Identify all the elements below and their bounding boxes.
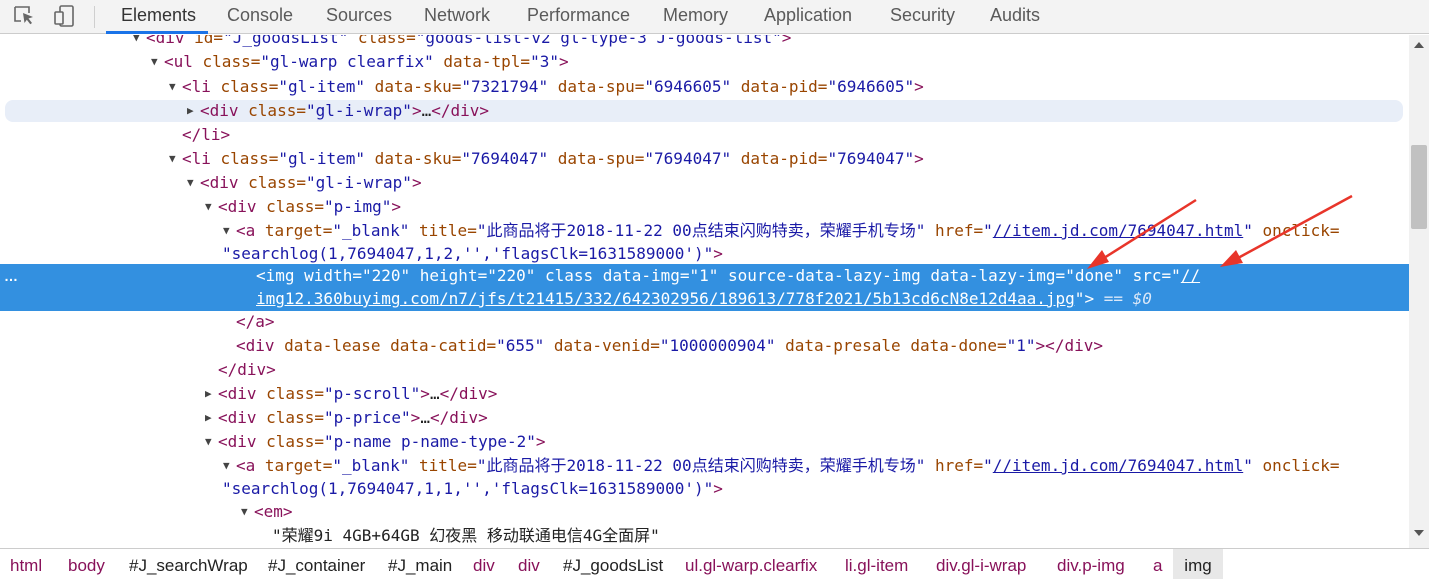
tab-performance[interactable]: Performance (527, 0, 630, 33)
dom-node-hovered[interactable]: ▶ <div class="gl-i-wrap">…</div> (0, 99, 1409, 123)
active-tab-indicator (106, 31, 208, 34)
tab-console[interactable]: Console (227, 0, 293, 33)
devtools-toolbar: Elements Console Sources Network Perform… (0, 0, 1429, 34)
dom-tree: ▼ <div id="J_goodsList" class="goods-lis… (0, 35, 1409, 548)
dom-node[interactable]: ▶ <div class="p-scroll">…</div> (0, 382, 1409, 406)
dom-node[interactable]: </a> (0, 310, 1409, 334)
toolbar-separator (94, 6, 95, 28)
breadcrumb-item[interactable]: body (68, 549, 105, 579)
expanded-arrow-icon[interactable]: ▼ (205, 430, 212, 454)
expanded-arrow-icon[interactable]: ▼ (133, 35, 140, 50)
expanded-arrow-icon[interactable]: ▼ (241, 500, 248, 524)
collapsed-arrow-icon[interactable]: ▶ (205, 406, 212, 430)
src-link-path[interactable]: img12.360buyimg.com/n7/jfs/t21415/332/64… (256, 289, 1075, 308)
collapsed-arrow-icon[interactable]: ▶ (187, 99, 194, 123)
scroll-down-arrow-icon[interactable] (1414, 530, 1424, 536)
dom-node[interactable]: </div> (0, 358, 1409, 382)
tab-sources[interactable]: Sources (326, 0, 392, 33)
href-link[interactable]: //item.jd.com/7694047.html (993, 456, 1243, 475)
breadcrumb-item[interactable]: div.gl-i-wrap (936, 549, 1026, 579)
breadcrumb-item[interactable]: div (473, 549, 495, 579)
src-link[interactable]: // (1181, 266, 1200, 285)
select-element-icon[interactable] (12, 4, 38, 28)
dom-node-continuation[interactable]: "searchlog(1,7694047,1,2,'','flagsClk=16… (0, 242, 1409, 266)
expanded-arrow-icon[interactable]: ▼ (205, 195, 212, 219)
dom-node-continuation[interactable]: "searchlog(1,7694047,1,1,'','flagsClk=16… (0, 477, 1409, 501)
breadcrumb-item[interactable]: #J_main (388, 549, 452, 579)
breadcrumb-item[interactable]: div (518, 549, 540, 579)
expanded-arrow-icon[interactable]: ▼ (169, 75, 176, 99)
tab-application[interactable]: Application (764, 0, 852, 33)
href-link[interactable]: //item.jd.com/7694047.html (993, 221, 1243, 240)
dom-node-selected[interactable]: … <img width="220" height="220" class da… (0, 264, 1409, 288)
dom-node[interactable]: ▼ <em> (0, 500, 1409, 524)
tab-security[interactable]: Security (890, 0, 955, 33)
breadcrumb-item[interactable]: li.gl-item (845, 549, 908, 579)
breadcrumb-item[interactable]: #J_goodsList (563, 549, 663, 579)
dom-node[interactable]: ▼ <div class="gl-i-wrap"> (0, 171, 1409, 195)
breadcrumb-item[interactable]: ul.gl-warp.clearfix (685, 549, 817, 579)
breadcrumb-item[interactable]: a (1153, 549, 1162, 579)
dom-node[interactable]: ▼ <div id="J_goodsList" class="goods-lis… (0, 35, 1409, 50)
dom-node[interactable]: ▶ <div class="p-price">…</div> (0, 406, 1409, 430)
tab-network[interactable]: Network (424, 0, 490, 33)
breadcrumb-item[interactable]: html (10, 549, 42, 579)
breadcrumb: html body #J_searchWrap #J_container #J_… (0, 548, 1429, 579)
tab-audits[interactable]: Audits (990, 0, 1040, 33)
dom-node-selected-continuation[interactable]: img12.360buyimg.com/n7/jfs/t21415/332/64… (0, 287, 1409, 311)
dom-node[interactable]: ▼ <li class="gl-item" data-sku="7321794"… (0, 75, 1409, 99)
breadcrumb-item[interactable]: div.p-img (1057, 549, 1125, 579)
expanded-arrow-icon[interactable]: ▼ (187, 171, 194, 195)
expanded-arrow-icon[interactable]: ▼ (151, 50, 158, 74)
collapsed-arrow-icon[interactable]: ▶ (205, 382, 212, 406)
dom-node[interactable]: ▼ <ul class="gl-warp clearfix" data-tpl=… (0, 50, 1409, 74)
console-ref: == $0 (1094, 289, 1152, 308)
dom-node[interactable]: ▼ <div class="p-name p-name-type-2"> (0, 430, 1409, 454)
dom-node[interactable]: ▼ <a target="_blank" title="此商品将于2018-11… (0, 219, 1409, 243)
vertical-scrollbar[interactable] (1409, 35, 1429, 548)
expanded-arrow-icon[interactable]: ▼ (223, 219, 230, 243)
dom-node[interactable]: </li> (0, 123, 1409, 147)
tab-elements[interactable]: Elements (121, 0, 196, 33)
dom-node[interactable]: ▼ <div class="p-img"> (0, 195, 1409, 219)
device-toolbar-icon[interactable] (52, 4, 78, 28)
breadcrumb-item[interactable]: #J_container (268, 549, 365, 579)
breadcrumb-item-active[interactable]: img (1173, 549, 1223, 579)
expanded-arrow-icon[interactable]: ▼ (169, 147, 176, 171)
breadcrumb-item[interactable]: #J_searchWrap (129, 549, 248, 579)
tab-memory[interactable]: Memory (663, 0, 728, 33)
expanded-arrow-icon[interactable]: ▼ (223, 454, 230, 478)
dom-node[interactable]: <div data-lease data-catid="655" data-ve… (0, 334, 1409, 358)
scroll-up-arrow-icon[interactable] (1414, 42, 1424, 48)
dom-node[interactable]: ▼ <li class="gl-item" data-sku="7694047"… (0, 147, 1409, 171)
more-options-icon[interactable]: … (4, 264, 18, 288)
dom-node[interactable]: ▼ <a target="_blank" title="此商品将于2018-11… (0, 454, 1409, 478)
dom-text-node[interactable]: "荣耀9i 4GB+64GB 幻夜黑 移动联通电信4G全面屏" (0, 524, 1409, 548)
scrollbar-thumb[interactable] (1411, 145, 1427, 229)
